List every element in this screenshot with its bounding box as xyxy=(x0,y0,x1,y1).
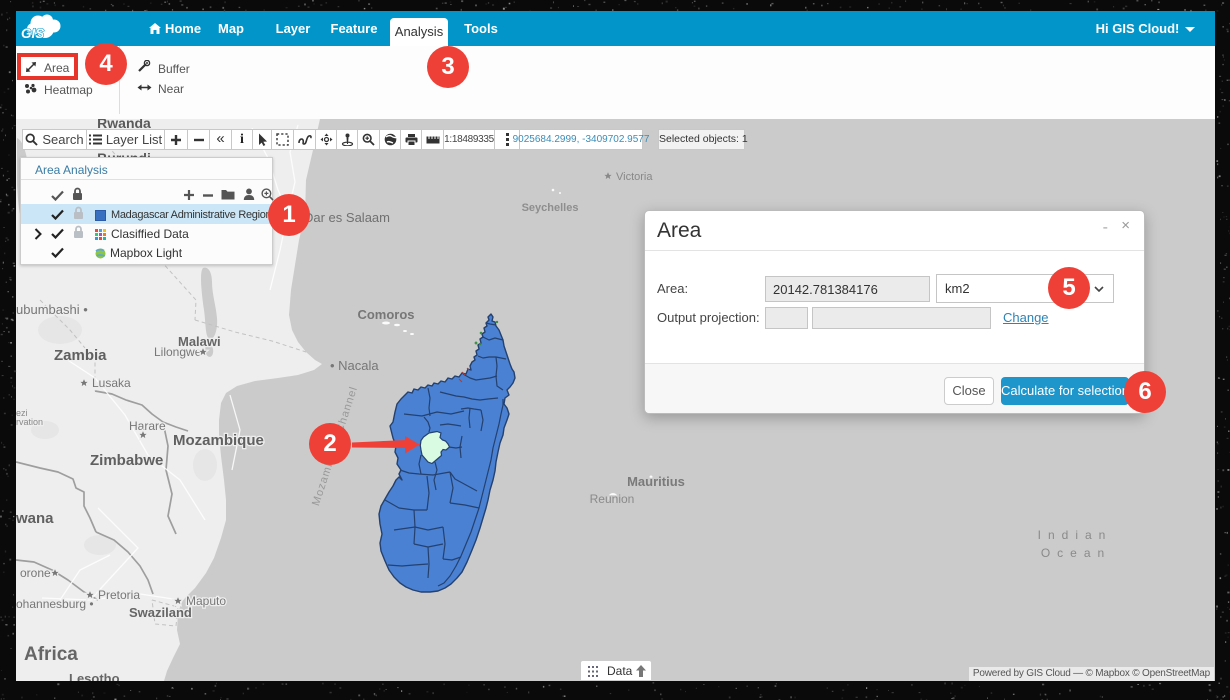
svg-text:Reunion: Reunion xyxy=(590,492,635,506)
svg-text:Lusaka: Lusaka xyxy=(92,376,131,390)
svg-text:wana: wana xyxy=(16,510,54,527)
svg-text:ubumbashi •: ubumbashi • xyxy=(16,302,88,317)
svg-text:Indian: Indian xyxy=(1038,528,1113,542)
svg-text:Zambia: Zambia xyxy=(54,347,107,364)
svg-text:• Nacala: • Nacala xyxy=(330,358,379,373)
svg-text:Mauritius: Mauritius xyxy=(627,474,685,489)
svg-text:orone: orone xyxy=(20,566,51,580)
svg-text:Dar es Salaam: Dar es Salaam xyxy=(304,210,390,225)
svg-text:Africa: Africa xyxy=(24,644,78,665)
svg-text:Harare: Harare xyxy=(129,419,166,433)
svg-text:Pretoria: Pretoria xyxy=(98,588,140,602)
svg-text:Maputo: Maputo xyxy=(186,594,226,608)
svg-text:Ocean: Ocean xyxy=(1041,546,1111,560)
svg-text:Zimbabwe: Zimbabwe xyxy=(90,452,163,469)
svg-text:Seychelles: Seychelles xyxy=(522,202,579,214)
svg-text:Swaziland: Swaziland xyxy=(129,605,192,620)
svg-text:Lesotho: Lesotho xyxy=(69,671,120,681)
svg-text:Mozambique: Mozambique xyxy=(173,432,264,449)
svg-text:Lilongwe: Lilongwe xyxy=(154,345,202,359)
svg-text:GIS: GIS xyxy=(21,26,44,41)
svg-text:Victoria: Victoria xyxy=(616,171,653,183)
svg-text:ohannesburg •: ohannesburg • xyxy=(16,597,94,611)
svg-text:rvation: rvation xyxy=(16,417,43,427)
svg-text:Comoros: Comoros xyxy=(357,307,414,322)
